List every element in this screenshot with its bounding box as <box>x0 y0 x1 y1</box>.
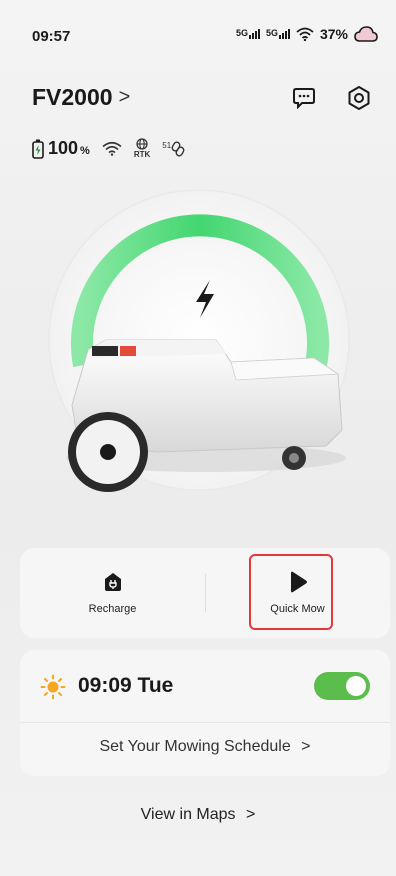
device-chevron-icon: > <box>118 86 131 108</box>
view-in-maps-chevron-icon: > <box>245 806 256 823</box>
set-schedule-chevron-icon: > <box>301 738 311 755</box>
cellular-signal-1-icon: 5G <box>236 29 260 39</box>
cellular-signal-2-icon: 5G <box>266 29 290 39</box>
message-icon[interactable] <box>290 84 318 112</box>
link-label: 51 <box>162 140 172 150</box>
cloud-icon <box>354 26 378 42</box>
recharge-button[interactable]: Recharge <box>20 548 205 638</box>
device-selector[interactable]: FV2000 > <box>32 84 130 111</box>
device-status-row: 100% RTK 51 <box>32 138 185 159</box>
settings-icon[interactable] <box>345 84 373 112</box>
mower-image <box>66 339 346 492</box>
wifi-icon <box>296 27 314 41</box>
set-schedule-label: Set Your Mowing Schedule <box>99 738 291 755</box>
battery-charging-icon <box>32 139 44 159</box>
view-in-maps-label: View in Maps <box>140 806 236 823</box>
wifi-connection-icon <box>102 141 122 156</box>
mower-battery-unit: % <box>80 145 90 157</box>
quick-mow-highlight <box>249 554 333 630</box>
globe-icon <box>136 138 148 150</box>
quick-actions-card: Recharge Quick Mow <box>20 548 390 638</box>
status-time: 09:57 <box>32 28 71 45</box>
sun-icon <box>40 674 66 700</box>
mower-hero <box>48 190 350 492</box>
rtk-label: RTK <box>133 150 151 159</box>
status-bar: 09:57 5G 5G 37% <box>0 0 396 72</box>
status-icons: 5G 5G 37% <box>236 26 378 42</box>
set-schedule-link[interactable]: Set Your Mowing Schedule > <box>20 738 390 756</box>
schedule-toggle[interactable] <box>314 672 370 700</box>
chain-link-icon <box>171 141 185 156</box>
schedule-divider <box>20 722 390 723</box>
link-status: 51 <box>162 141 185 157</box>
schedule-card: 09:09 Tue Set Your Mowing Schedule > <box>20 650 390 776</box>
device-name: FV2000 <box>32 84 113 110</box>
battery-percent: 37% <box>319 26 348 42</box>
mower-battery: 100% <box>32 138 90 159</box>
recharge-station-icon <box>104 573 121 591</box>
recharge-label: Recharge <box>88 603 137 615</box>
schedule-time: 09:09 Tue <box>78 674 174 697</box>
rtk-status: RTK <box>134 138 150 159</box>
view-in-maps-link[interactable]: View in Maps > <box>0 806 396 824</box>
mower-battery-value: 100 <box>48 138 79 158</box>
